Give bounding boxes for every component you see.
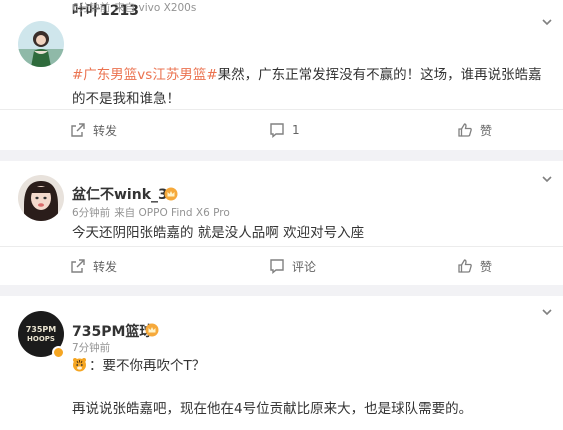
like-label: 赞 bbox=[480, 123, 493, 138]
thumbs-up-icon bbox=[458, 123, 472, 137]
post-source: 来自 OPPO Find X6 Pro bbox=[114, 207, 230, 219]
forward-icon bbox=[71, 259, 85, 273]
vip-crown-icon bbox=[145, 323, 159, 337]
like-button[interactable]: 赞 bbox=[457, 256, 492, 276]
post-time: 6分钟前 bbox=[72, 207, 111, 219]
comment-button[interactable]: 评论 bbox=[269, 256, 316, 276]
forward-label: 转发 bbox=[93, 259, 118, 274]
forward-icon bbox=[71, 123, 85, 137]
chevron-down-icon[interactable] bbox=[541, 16, 553, 28]
chevron-down-icon[interactable] bbox=[541, 173, 553, 185]
divider bbox=[0, 246, 563, 247]
comment-label: 评论 bbox=[292, 259, 317, 274]
verified-badge-icon bbox=[52, 346, 65, 359]
forward-button[interactable]: 转发 bbox=[70, 256, 117, 276]
post-meta: 6分钟前 来自 vivo X200s bbox=[72, 0, 196, 15]
post-meta: 7分钟前 bbox=[72, 340, 110, 355]
avatar-logo-line2: HOOPS bbox=[27, 334, 55, 343]
comment-count: 1 bbox=[292, 123, 300, 137]
comment-icon bbox=[270, 259, 284, 274]
chevron-down-icon[interactable] bbox=[541, 306, 553, 318]
action-bar: 转发 1 赞 bbox=[0, 120, 563, 140]
divider bbox=[0, 109, 563, 110]
thumbs-up-icon bbox=[458, 259, 472, 273]
like-label: 赞 bbox=[480, 259, 493, 274]
post-source: 来自 vivo X200s bbox=[114, 2, 197, 14]
action-bar: 转发 评论 赞 bbox=[0, 256, 563, 276]
topic-tag[interactable]: #广东男篮vs江苏男篮# bbox=[72, 67, 218, 83]
like-button[interactable]: 赞 bbox=[457, 120, 492, 140]
username[interactable]: 盆仁不wink_30 bbox=[72, 184, 178, 204]
tiger-emoji-icon bbox=[73, 358, 86, 372]
forward-label: 转发 bbox=[93, 123, 118, 138]
avatar[interactable] bbox=[18, 175, 64, 221]
post-text: 今天还阴阳张皓嘉的 就是没人品啊 欢迎对号入座 bbox=[72, 225, 365, 241]
vip-crown-icon bbox=[164, 187, 178, 201]
post-meta: 6分钟前 来自 OPPO Find X6 Pro bbox=[72, 205, 230, 220]
post-text: #广东男篮vs江苏男篮#果然，广东正常发挥没有不赢的！这场，谁再说张皓嘉的不是我… bbox=[72, 63, 547, 111]
post-time: 6分钟前 bbox=[72, 2, 111, 14]
comment-feed: 叶叶1213 6分钟前 来自 vivo X200s #广东男篮vs江苏男篮#果然，… bbox=[0, 0, 563, 430]
reply-text: ：要不你再吹个T？ bbox=[89, 358, 206, 374]
username[interactable]: 735PM篮球 bbox=[72, 321, 153, 341]
avatar[interactable] bbox=[18, 21, 64, 67]
comment-icon bbox=[270, 123, 284, 138]
comment-button[interactable]: 1 bbox=[269, 120, 300, 140]
reply-text-line1: ：要不你再吹个T？ bbox=[72, 355, 205, 377]
forward-button[interactable]: 转发 bbox=[70, 120, 117, 140]
avatar-logo-line1: 735PM bbox=[25, 324, 57, 334]
reply-text-line2: 再说说张皓嘉吧，现在他在4号位贡献比原来大，也是球队需要的。 bbox=[72, 401, 473, 417]
post-time: 7分钟前 bbox=[72, 342, 111, 354]
